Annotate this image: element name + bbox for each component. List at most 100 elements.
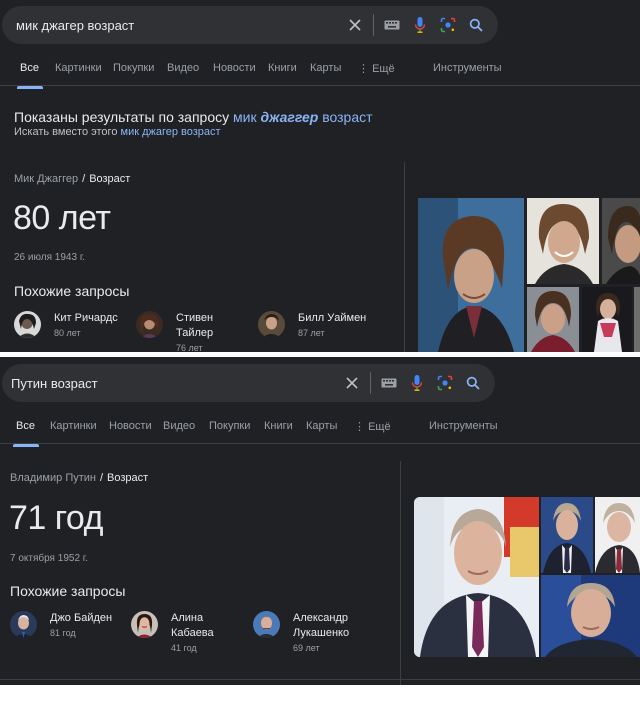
search-box[interactable]: мик джагер возраст [2, 6, 498, 44]
photo-main[interactable] [418, 198, 524, 352]
photo-thumb[interactable] [541, 497, 593, 573]
photo-thumb[interactable] [527, 287, 579, 352]
related-age: 41 год [171, 643, 197, 653]
photo-thumb[interactable] [527, 198, 599, 284]
related-item[interactable]: Стивен Тайлер 76 лет [136, 311, 241, 352]
breadcrumb: Владимир Путин / Возраст [10, 472, 149, 484]
tab-more[interactable]: ⋮ Ещё [354, 420, 391, 433]
tab-books[interactable]: Книги [268, 62, 297, 74]
spelling-correction: Показаны результаты по запросу мик джагг… [14, 109, 373, 125]
active-tab-indicator [13, 444, 39, 447]
keyboard-icon[interactable] [378, 11, 406, 39]
related-age: 87 лет [298, 328, 325, 338]
related-name: Стивен Тайлер [176, 312, 214, 339]
breadcrumb-entity[interactable]: Мик Джаггер [14, 173, 78, 185]
search-box[interactable]: Путин возраст [2, 364, 495, 402]
tab-more[interactable]: ⋮ Ещё [358, 62, 395, 75]
tab-tools[interactable]: Инструменты [429, 420, 498, 432]
more-dots-icon: ⋮ [358, 63, 373, 75]
related-item[interactable]: Алина Кабаева 41 год [131, 611, 236, 655]
results-divider [0, 679, 640, 680]
tab-maps[interactable]: Карты [306, 420, 337, 432]
photo-thumb[interactable] [602, 198, 640, 284]
tab-tools[interactable]: Инструменты [433, 62, 502, 74]
breadcrumb-attribute: Возраст [107, 472, 149, 484]
lens-icon[interactable] [434, 11, 462, 39]
age-answer: 80 лет [13, 199, 111, 237]
birth-date: 7 октября 1952 г. [10, 553, 88, 564]
correction-prefix: Показаны результаты по запросу [14, 109, 230, 125]
related-age: 81 год [50, 628, 76, 638]
microphone-icon[interactable] [406, 11, 434, 39]
related-item[interactable]: Билл Уаймен 87 лет [258, 311, 398, 340]
clear-icon[interactable] [341, 11, 369, 39]
avatar [258, 311, 285, 338]
avatar [131, 611, 158, 638]
breadcrumb: Мик Джаггер / Возраст [14, 173, 131, 185]
lens-icon[interactable] [431, 369, 459, 397]
search-icon[interactable] [462, 11, 490, 39]
birth-date: 26 июля 1943 г. [14, 252, 86, 263]
tab-images[interactable]: Картинки [55, 62, 102, 74]
search-results-panel-putin: Путин возраст Все Картинки Новости Видео [0, 357, 640, 685]
clear-icon[interactable] [338, 369, 366, 397]
related-name: Александр Лукашенко [293, 612, 350, 639]
original-query-link[interactable]: мик джагер возраст [121, 126, 221, 138]
corrected-query-link[interactable]: мик джаггер возраст [233, 109, 373, 125]
photo-thumb[interactable] [634, 287, 640, 352]
search-instead: Искать вместо этого мик джагер возраст [14, 126, 221, 138]
tab-more-label: Ещё [368, 421, 391, 433]
tab-books[interactable]: Книги [264, 420, 293, 432]
tab-more-label: Ещё [372, 63, 395, 75]
photo-main[interactable] [414, 497, 539, 657]
related-age: 80 лет [54, 328, 81, 338]
tab-all[interactable]: Все [16, 420, 35, 432]
column-divider [400, 461, 401, 685]
related-item[interactable]: Джо Байден 81 год [10, 611, 130, 640]
age-answer: 71 год [9, 499, 103, 537]
tabs-divider [0, 85, 640, 86]
photo-thumb[interactable] [541, 575, 640, 657]
searchbar-divider [370, 372, 371, 394]
keyboard-icon[interactable] [375, 369, 403, 397]
avatar [10, 611, 37, 638]
column-divider [404, 162, 405, 352]
search-tabs: Все Картинки Новости Видео Покупки Книги… [0, 420, 640, 450]
active-tab-indicator [17, 86, 43, 89]
avatar [14, 311, 41, 338]
tab-videos[interactable]: Видео [167, 62, 199, 74]
tab-shopping[interactable]: Покупки [209, 420, 250, 432]
breadcrumb-entity[interactable]: Владимир Путин [10, 472, 96, 484]
search-input[interactable]: Путин возраст [2, 376, 338, 391]
tab-videos[interactable]: Видео [163, 420, 195, 432]
tab-all[interactable]: Все [20, 62, 39, 74]
related-name: Алина Кабаева [171, 612, 214, 639]
photo-thumb[interactable] [582, 287, 632, 352]
tab-news[interactable]: Новости [213, 62, 256, 74]
search-tabs: Все Картинки Покупки Видео Новости Книги… [0, 62, 640, 92]
related-age: 76 лет [176, 343, 203, 352]
tab-maps[interactable]: Карты [310, 62, 341, 74]
related-name: Билл Уаймен [298, 312, 367, 324]
search-input[interactable]: мик джагер возраст [2, 18, 341, 33]
tab-news[interactable]: Новости [109, 420, 152, 432]
related-age: 69 лет [293, 643, 320, 653]
tab-images[interactable]: Картинки [50, 420, 97, 432]
related-title: Похожие запросы [10, 583, 126, 599]
instead-prefix: Искать вместо этого [14, 126, 118, 138]
avatar [253, 611, 280, 638]
related-title: Похожие запросы [14, 283, 130, 299]
search-icon[interactable] [459, 369, 487, 397]
search-results-panel-jagger: мик джагер возраст Все Картинки Покупки [0, 0, 640, 352]
related-name: Кит Ричардс [54, 312, 118, 324]
tabs-divider [0, 443, 640, 444]
related-item[interactable]: Александр Лукашенко 69 лет [253, 611, 393, 655]
related-item[interactable]: Кит Ричардс 80 лет [14, 311, 134, 340]
microphone-icon[interactable] [403, 369, 431, 397]
avatar [136, 311, 163, 338]
tab-shopping[interactable]: Покупки [113, 62, 154, 74]
photo-thumb[interactable] [595, 497, 640, 573]
more-dots-icon: ⋮ [354, 421, 369, 433]
searchbar-divider [373, 14, 374, 36]
related-name: Джо Байден [50, 612, 113, 624]
